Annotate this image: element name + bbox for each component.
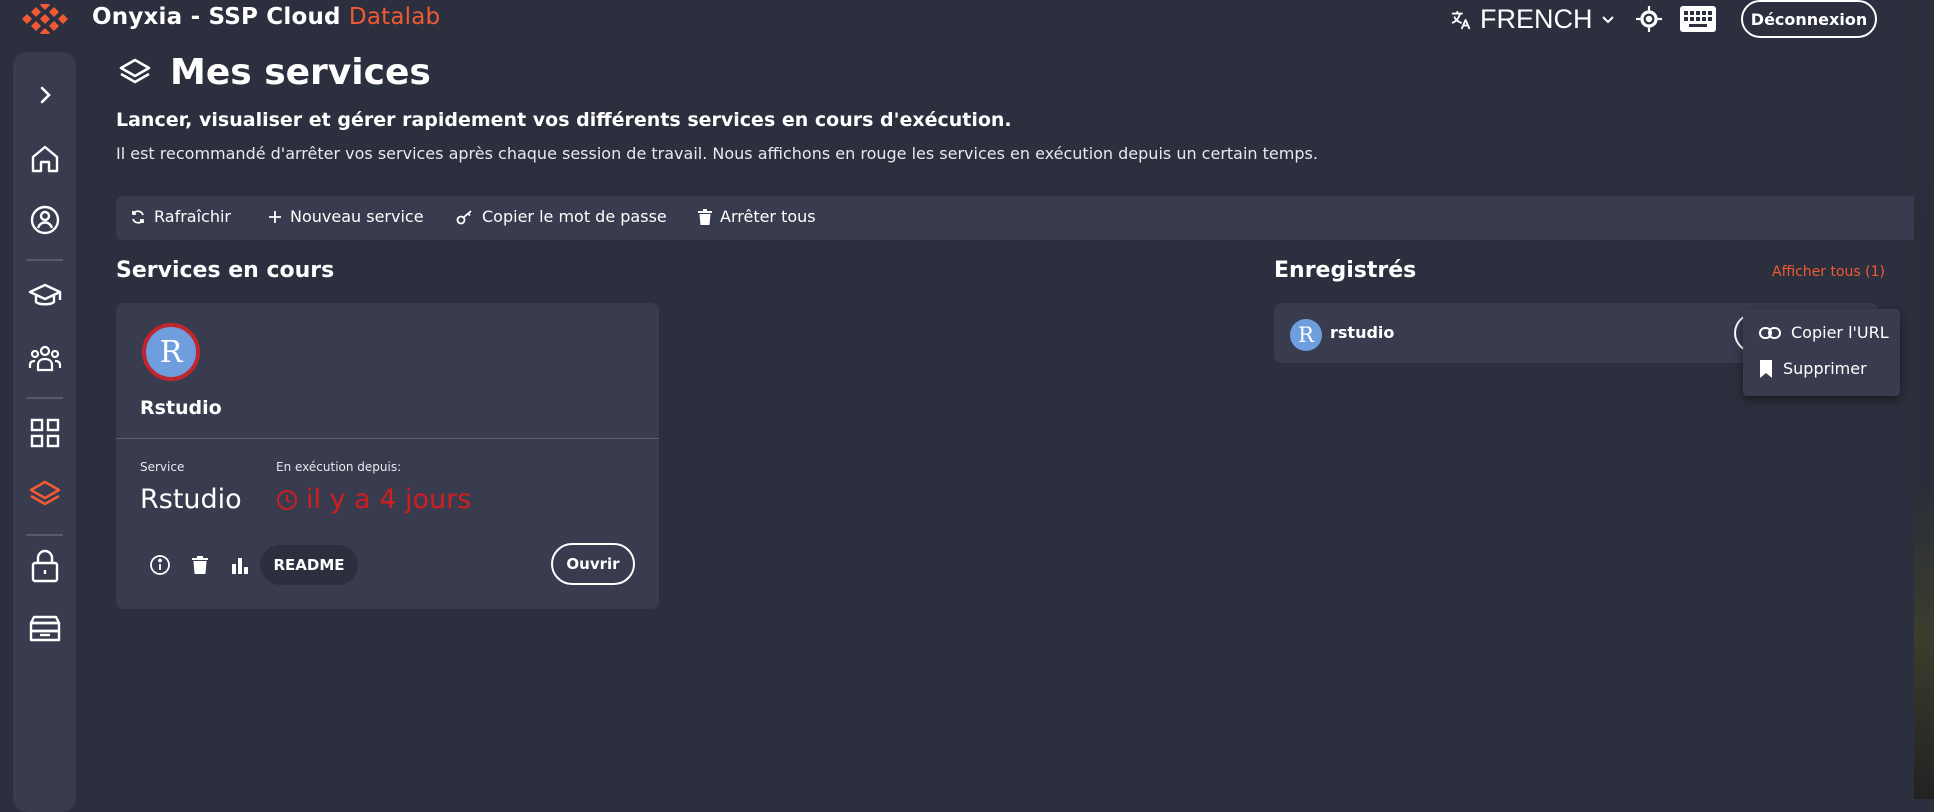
sidebar-item-home[interactable] — [27, 141, 63, 177]
apps-grid-icon — [30, 418, 60, 448]
lock-icon — [31, 549, 59, 583]
sidebar — [13, 52, 76, 812]
chevron-down-icon — [1601, 15, 1614, 23]
service-card: R Rstudio Service En exécution depuis: R… — [116, 303, 659, 609]
service-card-title: Rstudio — [140, 397, 222, 419]
menu-item-copy-url[interactable]: Copier l'URL — [1759, 323, 1889, 342]
readme-button[interactable]: README — [260, 545, 358, 585]
service-type-value: Rstudio — [140, 484, 242, 515]
link-icon — [1759, 326, 1781, 339]
info-icon — [150, 555, 170, 575]
page-help-text: Il est recommandé d'arrêter vos services… — [116, 144, 1318, 163]
trash-icon — [698, 208, 712, 225]
translate-icon — [1451, 10, 1471, 29]
app-title[interactable]: Onyxia - SSP Cloud Datalab — [92, 4, 440, 30]
onyxia-logo-icon — [22, 4, 68, 34]
new-service-button[interactable]: Nouveau service — [268, 207, 424, 226]
page-subtitle: Lancer, visualiser et gérer rapidement v… — [116, 109, 1012, 131]
language-label: FRENCH — [1480, 4, 1593, 34]
key-icon — [456, 209, 472, 224]
saved-service-label: rstudio — [1330, 323, 1395, 342]
delete-label: Supprimer — [1783, 359, 1867, 378]
sidebar-expand-button[interactable] — [27, 77, 63, 113]
plus-icon — [269, 210, 281, 223]
new-service-label: Nouveau service — [290, 207, 424, 226]
graduation-cap-icon — [28, 283, 62, 306]
layers-icon — [119, 58, 151, 83]
running-services-title: Services en cours — [116, 258, 335, 283]
clock-icon — [277, 489, 297, 510]
sidebar-item-account[interactable] — [27, 202, 63, 238]
services-toolbar: Rafraîchir Nouveau service Copier le mot… — [116, 196, 1914, 240]
sidebar-item-community[interactable] — [27, 340, 63, 376]
copy-url-label: Copier l'URL — [1791, 323, 1889, 342]
stop-all-button[interactable]: Arrêter tous — [698, 207, 816, 226]
page-title: Mes services — [118, 52, 431, 93]
saved-service-avatar: R — [1290, 319, 1322, 351]
sidebar-item-storage[interactable] — [27, 610, 63, 646]
stop-all-label: Arrêter tous — [720, 207, 816, 226]
running-since-label: En exécution depuis: — [276, 460, 402, 474]
open-service-button[interactable]: Ouvrir — [551, 543, 635, 585]
refresh-icon — [132, 209, 144, 224]
card-divider — [116, 438, 659, 439]
sidebar-item-catalog[interactable] — [27, 278, 63, 314]
keyboard-icon[interactable] — [1680, 6, 1716, 32]
language-selector[interactable]: FRENCH — [1450, 4, 1615, 35]
community-icon — [28, 345, 62, 372]
app-title-text: Onyxia - SSP Cloud — [92, 4, 341, 30]
running-since-value: il y a 4 jours — [276, 484, 471, 515]
saved-service-menu: Copier l'URL Supprimer — [1743, 309, 1900, 396]
sidebar-item-secrets[interactable] — [27, 548, 63, 584]
theme-toggle-icon[interactable] — [1636, 6, 1662, 32]
saved-services-title: Enregistrés — [1274, 258, 1417, 283]
app-header: Onyxia - SSP Cloud Datalab FRENCH Déconn… — [0, 0, 1914, 42]
sidebar-divider — [26, 534, 63, 536]
refresh-label: Rafraîchir — [154, 207, 231, 226]
trash-icon — [192, 556, 208, 574]
sidebar-item-services[interactable] — [27, 477, 63, 513]
chevron-right-icon — [40, 86, 51, 104]
service-avatar: R — [142, 323, 200, 381]
window-edge — [1914, 0, 1934, 799]
running-since-text: il y a 4 jours — [306, 484, 472, 515]
sidebar-item-apps[interactable] — [27, 415, 63, 451]
copy-password-label: Copier le mot de passe — [482, 207, 667, 226]
logout-button[interactable]: Déconnexion — [1741, 0, 1877, 38]
service-delete-button[interactable] — [188, 553, 212, 577]
sidebar-divider — [26, 397, 63, 399]
service-type-label: Service — [140, 460, 185, 474]
app-title-accent: Datalab — [348, 4, 441, 30]
show-all-link[interactable]: Afficher tous (1) — [1772, 264, 1885, 280]
refresh-button[interactable]: Rafraîchir — [130, 207, 231, 226]
layers-icon — [29, 480, 61, 506]
sidebar-divider — [26, 259, 63, 261]
bar-chart-icon — [232, 558, 248, 574]
home-icon — [31, 145, 59, 173]
account-icon — [30, 205, 60, 235]
service-info-button[interactable] — [148, 553, 172, 577]
menu-item-delete[interactable]: Supprimer — [1759, 359, 1867, 378]
copy-password-button[interactable]: Copier le mot de passe — [456, 207, 667, 226]
storage-icon — [29, 615, 61, 642]
service-monitoring-button[interactable] — [228, 553, 252, 577]
bookmark-icon — [1760, 359, 1772, 378]
page-title-text: Mes services — [170, 52, 431, 93]
